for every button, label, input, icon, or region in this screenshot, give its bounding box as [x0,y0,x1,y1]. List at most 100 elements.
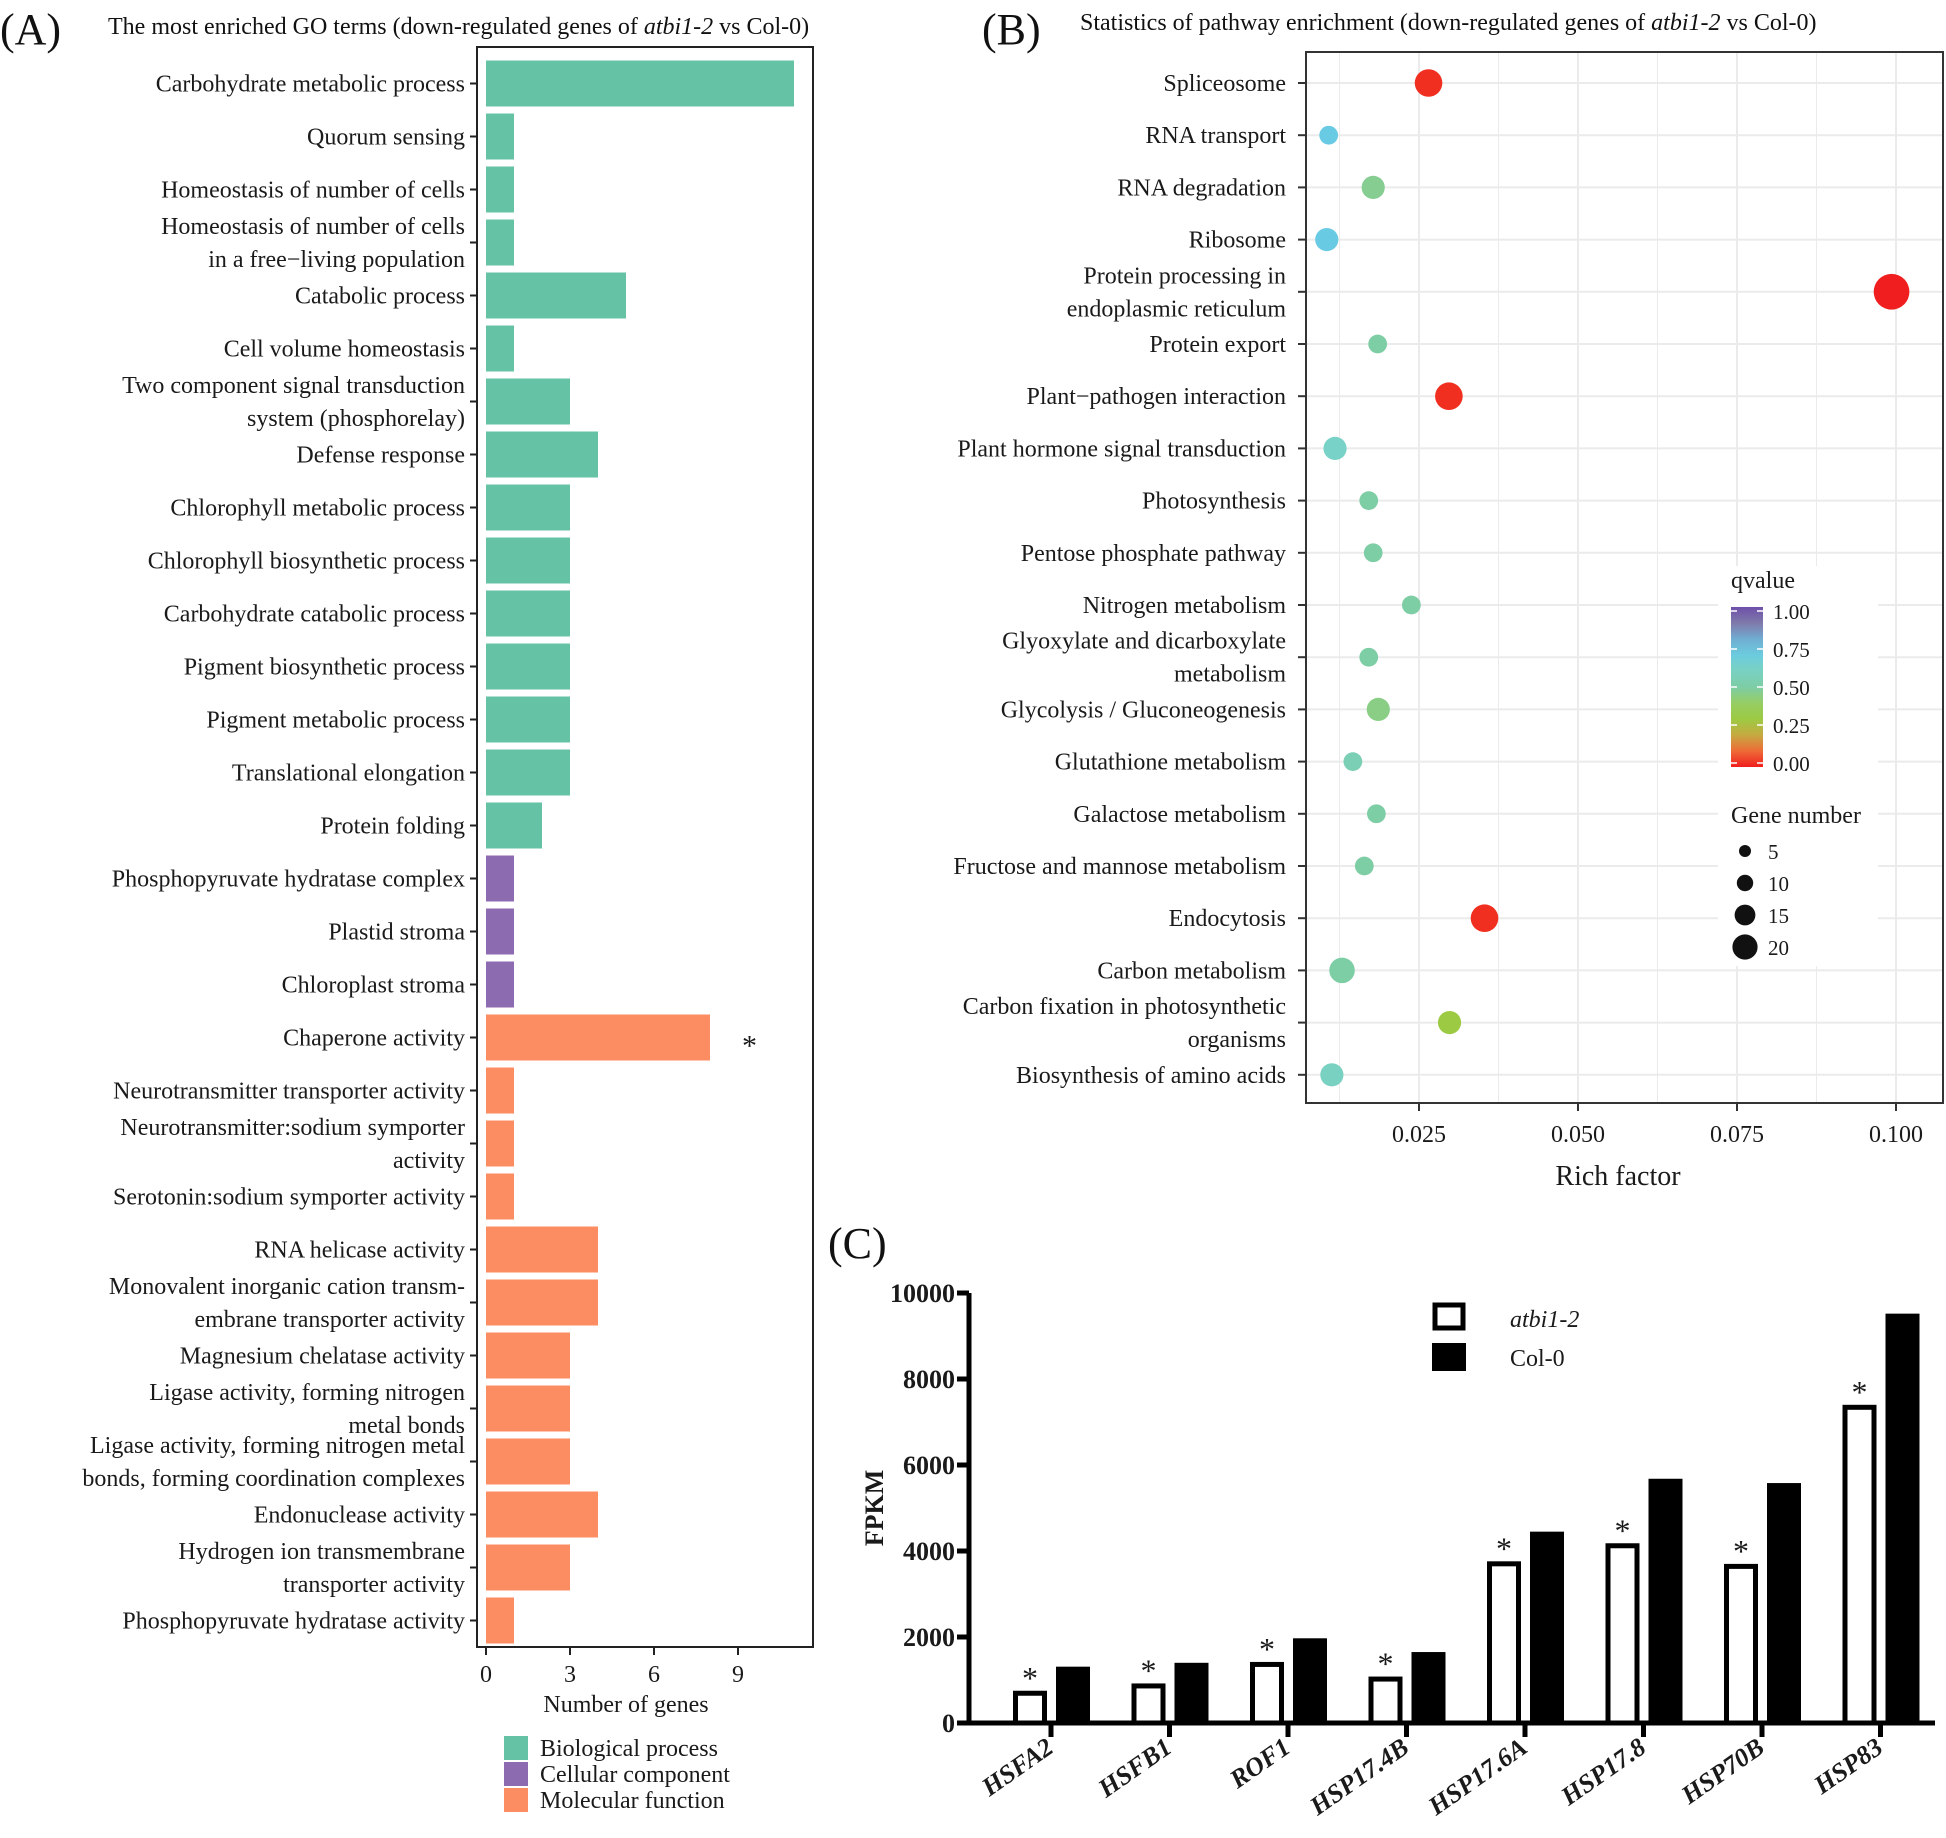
go-bar [486,1279,598,1326]
pathway-label: Ribosome [1189,228,1286,254]
go-term-label: Hydrogen ion transmembrane transporter ac… [178,1539,465,1598]
go-bar [486,484,570,531]
pathway-label: RNA degradation [1117,175,1286,201]
pathway-label: Carbon metabolism [1097,958,1286,984]
significance-mark: * [1733,1533,1749,1569]
legend-label: Biological process [540,1736,718,1762]
pathway-label: Protein processing in endoplasmic reticul… [1067,263,1287,322]
gene-label: ROF1 [1224,1732,1296,1794]
atbi1-2-bar [1724,1563,1758,1726]
figure: (A) The most enriched GO terms (down-reg… [0,5,1944,1822]
go-term-label: Defense response [296,443,465,469]
panel-b-title: Statistics of pathway enrichment (down-r… [1080,10,1817,36]
y-tick-label: 0 [942,1709,955,1738]
col-0-bar [1293,1638,1327,1723]
x-tick-label: 9 [732,1662,744,1688]
size-legend-label: 5 [1768,840,1779,864]
go-term-label: Chlorophyll biosynthetic process [148,549,465,575]
go-term-label: Phosphopyruvate hydratase activity [122,1609,465,1635]
significance-mark: * [1022,1660,1038,1696]
go-term-label: Endonuclease activity [254,1503,465,1529]
y-tick-label: 8000 [903,1365,955,1394]
pathway-label: Photosynthesis [1142,489,1286,515]
go-bar [486,1014,710,1061]
panel-b-pathway-enrichment: (B) Statistics of pathway enrichment (do… [953,5,1944,1192]
atbi1-2-bar [1842,1404,1877,1726]
go-bar [486,908,514,955]
go-bar [486,1120,514,1167]
go-term-label: Translational elongation [232,761,465,787]
go-bar [486,1332,570,1379]
y-tick-label: 4000 [903,1537,955,1566]
go-bar [486,643,570,690]
go-term-label: Chloroplast stroma [282,973,466,999]
legend-swatch-filled [1432,1343,1466,1371]
x-tick-label: 0.100 [1869,1122,1923,1148]
x-tick-label: 0.050 [1551,1122,1605,1148]
go-bar [486,431,598,478]
pathway-point [1873,273,1910,310]
pathway-point [1354,856,1374,876]
pathway-point [1359,491,1379,510]
gene-label: HSP17.6A [1422,1732,1532,1821]
x-tick-label: 0.025 [1392,1122,1446,1148]
size-legend-dot [1739,845,1751,857]
go-bar [486,1438,570,1485]
panel-a-go-terms: (A) The most enriched GO terms (down-reg… [0,5,814,1814]
go-term-label: Phosphopyruvate hydratase complex [112,867,465,893]
gene-label: HSP83 [1808,1732,1888,1800]
pathway-point [1323,436,1347,460]
go-term-label: Quorum sensing [307,125,465,151]
pathway-point [1315,228,1339,252]
colorbar-tick-label: 1.00 [1773,600,1810,624]
pathway-point [1361,175,1385,199]
legend-swatch [504,1736,528,1760]
go-term-label: Homeostasis of number of cells [161,178,465,204]
pathway-label: Glycolysis / Gluconeogenesis [1001,697,1286,723]
x-tick-label: 3 [564,1662,576,1688]
atbi1-2-bar [1131,1683,1166,1726]
pathway-label: Fructose and mannose metabolism [953,854,1286,880]
go-bar [486,1491,598,1538]
pathway-point [1401,595,1421,615]
go-term-label: Catabolic process [295,284,465,310]
pathway-point [1359,647,1379,667]
x-tick-label: 6 [648,1662,660,1688]
pathway-point [1437,1011,1462,1035]
atbi1-2-bar [1013,1690,1047,1726]
panel-a-x-label: Number of genes [543,1692,708,1718]
pathway-label: Spliceosome [1163,71,1286,97]
panel-a-letter: (A) [0,5,61,54]
col-0-bar [1530,1531,1564,1723]
gene-number-legend-title: Gene number [1731,803,1861,829]
pathway-point [1329,957,1355,984]
col-0-bar [1885,1313,1920,1723]
go-bar [486,113,514,160]
pathway-label: Pentose phosphate pathway [1021,541,1286,567]
go-bar [486,1173,514,1220]
panel-c-y-label: FPKM [860,1470,889,1547]
go-bar [486,325,514,372]
go-bar [486,219,514,266]
go-term-label: Ligase activity, forming nitrogen metal b… [149,1380,465,1439]
significance-mark: * [1852,1374,1868,1410]
pathway-label: RNA transport [1145,123,1286,149]
go-bar [486,696,570,743]
go-term-label: Monovalent inorganic cation transm-embra… [109,1274,465,1333]
significance-mark: * [1496,1530,1512,1566]
go-term-label: RNA helicase activity [254,1238,465,1264]
go-term-label: Plastid stroma [328,920,465,946]
pathway-point [1363,543,1383,563]
pathway-point [1470,904,1499,933]
go-term-label: Carbohydrate catabolic process [164,602,465,628]
atbi1-2-bar [1487,1561,1521,1726]
go-bar [486,166,514,213]
go-term-label: Chaperone activity [283,1026,465,1052]
go-bar [486,961,514,1008]
qvalue-legend-title: qvalue [1731,568,1795,594]
go-term-label: Chlorophyll metabolic process [170,496,465,522]
pathway-label: Glutathione metabolism [1055,750,1287,776]
significance-mark: * [1141,1652,1157,1688]
colorbar-tick-label: 0.00 [1773,752,1810,776]
size-legend-label: 20 [1768,936,1789,960]
